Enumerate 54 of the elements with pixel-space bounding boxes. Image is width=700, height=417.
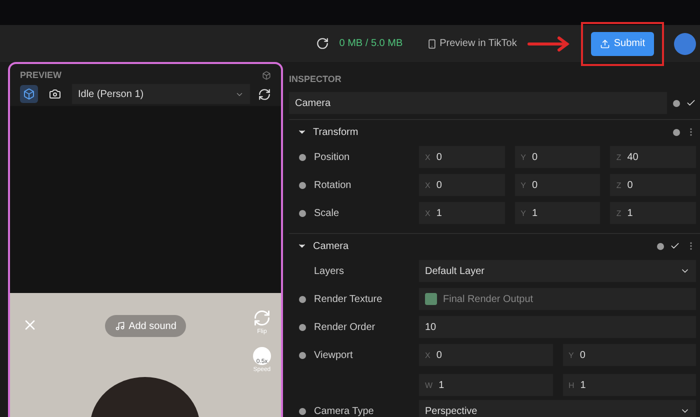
number-field[interactable]: 10 [419, 316, 696, 338]
refresh-icon[interactable] [316, 37, 330, 50]
property-label: Render Order [314, 322, 376, 332]
arrow-icon [526, 36, 571, 52]
number-field[interactable]: X 0 [419, 344, 552, 366]
music-note-icon [114, 321, 125, 331]
number-field[interactable]: Y 0 [514, 146, 600, 168]
object-name-field[interactable]: Camera [289, 92, 667, 114]
keyframe-dot[interactable] [299, 408, 306, 414]
section-title: Camera [313, 240, 350, 252]
phone-icon [426, 38, 437, 48]
section-title: Transform [313, 126, 360, 138]
number-field[interactable]: Z 1 [610, 202, 696, 224]
property-label: Viewport [314, 350, 353, 360]
storage-usage: 0 MB / 5.0 MB [339, 38, 403, 49]
preview-link[interactable]: Preview in TikTok [426, 38, 517, 49]
number-field[interactable]: X 0 [419, 146, 505, 168]
dropdown[interactable]: Default Layer [419, 260, 696, 282]
dropdown[interactable]: Perspective [419, 400, 696, 417]
number-field[interactable]: Y 0 [514, 174, 600, 196]
property-label: Camera Type [314, 406, 374, 416]
number-field[interactable]: Z 0 [610, 174, 696, 196]
keyframe-dot[interactable] [299, 352, 306, 358]
number-field[interactable]: Z 40 [610, 146, 696, 168]
keyframe-dot[interactable] [299, 154, 306, 160]
check-icon[interactable] [670, 241, 680, 251]
keyframe-dot[interactable] [299, 182, 306, 188]
preview-dropdown[interactable]: Idle (Person 1) [72, 84, 250, 104]
asset-field[interactable]: Final Render Output [419, 288, 696, 310]
panel-title: INSPECTOR [289, 74, 342, 84]
number-field[interactable]: X 1 [419, 202, 505, 224]
panel-title: PREVIEW [20, 70, 62, 80]
keyframe-dot[interactable] [299, 324, 306, 330]
dot-icon[interactable] [673, 128, 680, 136]
keyframe-dot[interactable] [299, 296, 306, 302]
keyframe-dot[interactable] [299, 210, 306, 216]
check-icon[interactable] [686, 98, 696, 108]
number-field[interactable]: Y 1 [514, 202, 600, 224]
property-label: Render Texture [314, 294, 382, 304]
cube-icon[interactable] [20, 85, 38, 103]
number-field[interactable]: Y 0 [562, 344, 696, 366]
number-field[interactable]: W 1 [419, 374, 552, 396]
avatar[interactable] [674, 32, 696, 54]
property-label: Scale [314, 208, 340, 218]
property-label: Position [314, 152, 350, 162]
dot-icon[interactable] [673, 100, 680, 106]
number-field[interactable]: X 0 [419, 174, 505, 196]
refresh-icon[interactable] [258, 88, 271, 100]
number-field[interactable]: H 1 [562, 374, 696, 396]
dot-icon[interactable] [657, 242, 664, 250]
property-label: Rotation [314, 180, 352, 190]
texture-icon [425, 293, 437, 305]
property-label: Layers [314, 266, 344, 276]
upload-icon [600, 38, 610, 48]
